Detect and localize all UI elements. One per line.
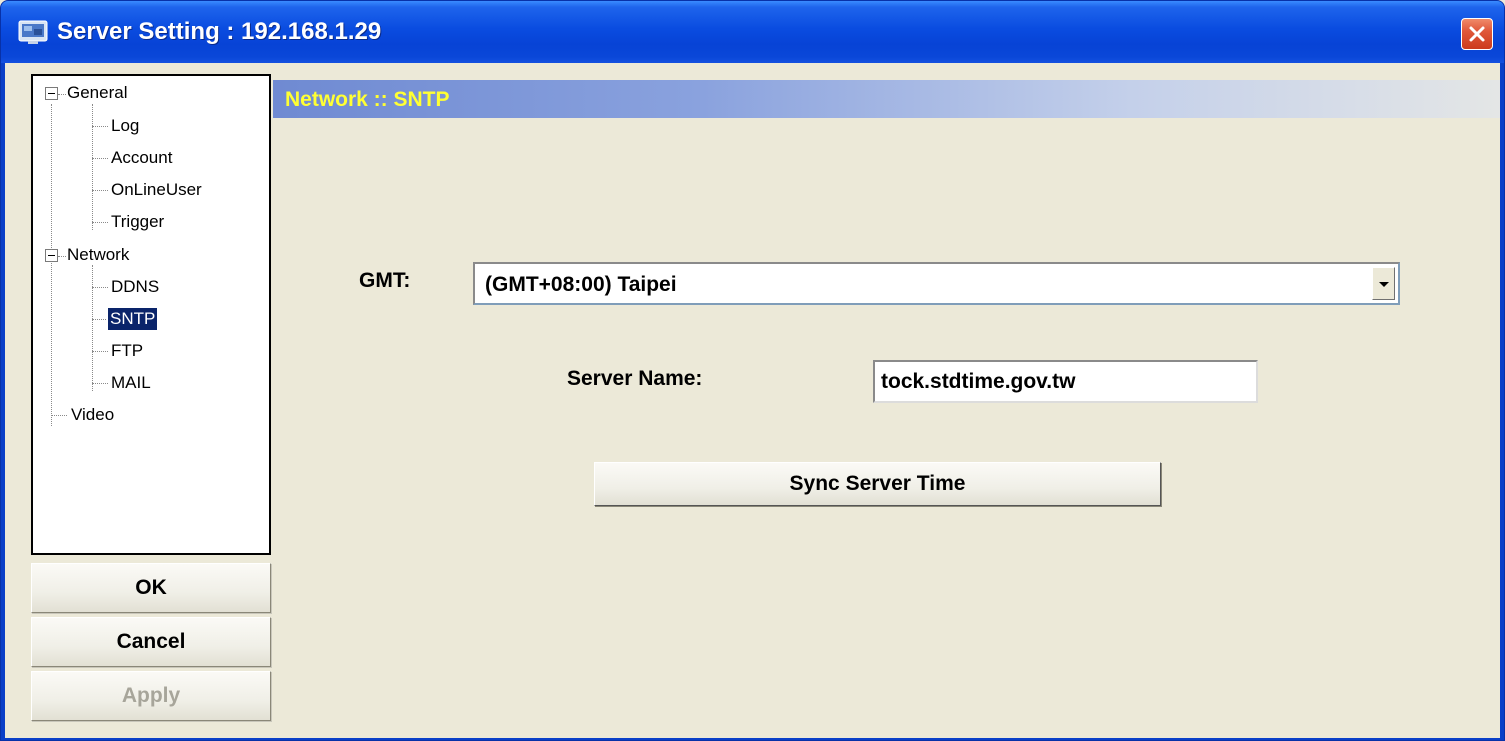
collapse-network-icon[interactable] [45,249,58,262]
gmt-dropdown-value: (GMT+08:00) Taipei [485,273,677,296]
tree-line [92,265,93,391]
tree-node-ftp[interactable]: FTP [111,340,143,362]
server-name-label: Server Name: [567,367,703,390]
tree-line [92,351,108,352]
tree-line [58,94,66,95]
server-name-input[interactable]: tock.stdtime.gov.tw [873,360,1258,403]
tree-line [92,319,106,320]
window-title: Server Setting : 192.168.1.29 [57,18,382,45]
close-icon [1469,26,1485,42]
cancel-button[interactable]: Cancel [31,617,271,667]
chevron-down-icon[interactable] [1372,267,1395,300]
app-monitor-icon [18,20,48,44]
tree-line [51,415,67,416]
tree-line [51,104,52,426]
tree-node-network[interactable]: Network [67,244,129,266]
settings-tree[interactable]: General Log Account OnLineUser Trigger N… [31,74,271,555]
tree-node-log[interactable]: Log [111,115,139,137]
section-header: Network :: SNTP [273,80,1500,118]
tree-line [92,104,93,230]
tree-line [58,256,66,257]
tree-node-trigger[interactable]: Trigger [111,211,164,233]
tree-node-ddns[interactable]: DDNS [111,276,159,298]
ok-button[interactable]: OK [31,563,271,613]
tree-line [92,158,108,159]
tree-node-account[interactable]: Account [111,147,172,169]
section-title: Network :: SNTP [285,88,450,111]
tree-node-sntp[interactable]: SNTP [108,308,158,330]
tree-node-mail[interactable]: MAIL [111,372,151,394]
close-button[interactable] [1461,18,1493,50]
tree-line [92,190,108,191]
tree-node-video[interactable]: Video [71,404,114,426]
server-setting-window: Server Setting : 192.168.1.29 General Lo… [0,0,1505,741]
sync-server-time-button[interactable]: Sync Server Time [594,462,1161,506]
gmt-dropdown[interactable]: (GMT+08:00) Taipei [473,262,1400,305]
dialog-client-area: General Log Account OnLineUser Trigger N… [5,63,1500,738]
tree-node-general[interactable]: General [67,82,127,104]
gmt-label: GMT: [359,269,411,292]
apply-button[interactable]: Apply [31,671,271,721]
tree-line [92,383,108,384]
tree-node-onlineuser[interactable]: OnLineUser [111,179,202,201]
tree-line [92,126,108,127]
tree-line [92,222,108,223]
collapse-general-icon[interactable] [45,87,58,100]
title-bar[interactable]: Server Setting : 192.168.1.29 [1,1,1504,63]
tree-line [92,287,108,288]
